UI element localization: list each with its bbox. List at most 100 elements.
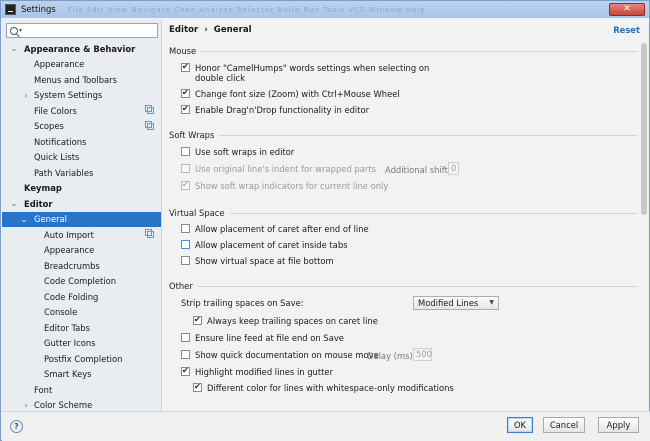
virtual-space-bottom-checkbox[interactable] — [181, 256, 190, 265]
caret-after-end-label: Allow placement of caret after end of li… — [195, 224, 369, 234]
sidebar-item-scopes[interactable]: Scopes — [2, 119, 161, 135]
keep-trailing-checkbox[interactable] — [193, 315, 202, 325]
sidebar-item-postfix-completion[interactable]: Postfix Completion — [2, 351, 161, 367]
settings-sidebar: ▾ ⌄ Appearance & Behavior Appearance Menus … — [2, 19, 162, 411]
caret-inside-tabs-checkbox[interactable] — [181, 240, 190, 249]
sidebar-item-label: Quick Lists — [34, 152, 80, 163]
chevron-down-icon[interactable]: ⌄ — [10, 44, 18, 53]
chevron-down-icon[interactable]: ▾ — [19, 27, 22, 34]
line-feed-label: Ensure line feed at file end on Save — [195, 333, 344, 343]
caret-after-end-checkbox[interactable] — [181, 224, 190, 233]
settings-window: Settings File Edit View Navigate Code An… — [0, 0, 650, 441]
original-indent-label: Use original line's indent for wrapped p… — [195, 164, 376, 174]
highlight-modified-checkbox[interactable] — [181, 366, 190, 376]
wrap-indicators-option: Show soft wrap indicators for current li… — [181, 180, 388, 191]
camel-humps-checkbox[interactable] — [181, 62, 190, 72]
wrap-indicators-checkbox — [181, 180, 190, 190]
virtual-space-bottom-option[interactable]: Show virtual space at file bottom — [181, 256, 334, 266]
cancel-button[interactable]: Cancel — [543, 417, 585, 433]
sidebar-item-label: Smart Keys — [44, 369, 92, 380]
apply-button[interactable]: Apply — [598, 417, 639, 433]
copy-icon — [145, 229, 154, 239]
breadcrumb-separator: › — [204, 25, 208, 35]
sidebar-item-smart-keys[interactable]: Smart Keys — [2, 367, 161, 383]
camel-humps-option[interactable]: Honor "CamelHumps" words settings when s… — [181, 62, 430, 83]
keep-trailing-option[interactable]: Always keep trailing spaces on caret lin… — [193, 315, 378, 326]
quick-doc-checkbox[interactable] — [181, 350, 190, 359]
drag-drop-checkbox[interactable] — [181, 104, 190, 114]
close-button[interactable]: ✕ — [609, 3, 645, 16]
chevron-down-icon[interactable]: ⌄ — [20, 215, 28, 224]
search-input[interactable]: ▾ — [6, 23, 158, 38]
sidebar-item-label: Scopes — [34, 121, 64, 132]
sidebar-item-label: Auto Import — [44, 229, 94, 240]
chevron-right-icon[interactable]: › — [22, 91, 30, 100]
sidebar-item-code-completion[interactable]: Code Completion — [2, 274, 161, 290]
sidebar-item-label: Appearance — [44, 245, 95, 256]
zoom-font-checkbox[interactable] — [181, 88, 190, 98]
strip-trailing-select[interactable]: Modified Lines ▼ — [413, 296, 499, 310]
different-color-option[interactable]: Different color for lines with whitespac… — [193, 382, 454, 393]
sidebar-item-code-folding[interactable]: Code Folding — [2, 289, 161, 305]
zoom-font-option[interactable]: Change font size (Zoom) with Ctrl+Mouse … — [181, 88, 400, 99]
sidebar-item-label: Editor Tabs — [44, 322, 90, 333]
sidebar-item-font[interactable]: Font — [2, 382, 161, 398]
additional-shift-field: 0 — [448, 162, 459, 175]
camel-humps-label-2: double click — [195, 73, 245, 83]
title-bar[interactable]: Settings File Edit View Navigate Code An… — [1, 1, 649, 18]
camel-humps-label: Honor "CamelHumps" words settings when s… — [195, 63, 430, 73]
ok-button[interactable]: OK — [507, 417, 533, 433]
sidebar-item-label: Font — [34, 384, 53, 395]
sidebar-item-appearance[interactable]: Appearance — [2, 57, 161, 73]
sidebar-item-breadcrumbs[interactable]: Breadcrumbs — [2, 258, 161, 274]
delay-field: 500 — [413, 348, 432, 361]
reset-link[interactable]: Reset — [613, 25, 640, 35]
virtual-space-bottom-label: Show virtual space at file bottom — [195, 256, 334, 266]
drag-drop-label: Enable Drag'n'Drop functionality in edit… — [195, 105, 370, 115]
sidebar-item-path-variables[interactable]: Path Variables — [2, 165, 161, 181]
drag-drop-option[interactable]: Enable Drag'n'Drop functionality in edit… — [181, 104, 370, 115]
strip-trailing-label: Strip trailing spaces on Save: — [181, 298, 304, 308]
soft-wraps-checkbox[interactable] — [181, 147, 190, 156]
sidebar-item-label: Appearance & Behavior — [24, 43, 136, 54]
highlight-modified-option[interactable]: Highlight modified lines in gutter — [181, 366, 333, 377]
section-mouse: Mouse — [169, 45, 637, 57]
sidebar-item-menus-and-toolbars[interactable]: Menus and Toolbars — [2, 72, 161, 88]
quick-doc-option[interactable]: Show quick documentation on mouse move — [181, 350, 379, 360]
sidebar-item-label: Code Completion — [44, 276, 117, 287]
sidebar-item-general[interactable]: ⌄ General — [2, 211, 161, 227]
caret-after-end-option[interactable]: Allow placement of caret after end of li… — [181, 224, 369, 234]
sidebar-item-appearance[interactable]: Appearance — [2, 243, 161, 259]
background-menu-text: File Edit View Navigate Code Analyze Ref… — [67, 5, 426, 14]
section-soft-wraps: Soft Wraps — [169, 129, 637, 141]
help-icon[interactable]: ? — [10, 420, 23, 433]
chevron-down-icon[interactable]: ⌄ — [10, 199, 18, 208]
different-color-checkbox[interactable] — [193, 382, 202, 392]
line-feed-option[interactable]: Ensure line feed at file end on Save — [181, 333, 344, 343]
scrollbar-thumb[interactable] — [641, 43, 647, 215]
sidebar-item-appearance-behavior[interactable]: ⌄ Appearance & Behavior — [2, 41, 161, 57]
search-icon — [10, 26, 18, 35]
strip-trailing-value: Modified Lines — [418, 298, 479, 308]
sidebar-item-label: General — [34, 214, 68, 225]
caret-inside-tabs-option[interactable]: Allow placement of caret inside tabs — [181, 240, 348, 250]
sidebar-item-keymap[interactable]: Keymap — [2, 181, 161, 197]
soft-wraps-label: Use soft wraps in editor — [195, 147, 295, 157]
additional-shift-label: Additional shift: — [385, 165, 451, 175]
sidebar-item-notifications[interactable]: Notifications — [2, 134, 161, 150]
sidebar-item-console[interactable]: Console — [2, 305, 161, 321]
sidebar-item-system-settings[interactable]: › System Settings — [2, 88, 161, 104]
line-feed-checkbox[interactable] — [181, 333, 190, 342]
breadcrumb: Editor › General — [169, 25, 252, 35]
breadcrumb-editor: Editor — [169, 25, 199, 35]
sidebar-item-file-colors[interactable]: File Colors — [2, 103, 161, 119]
sidebar-item-color-scheme[interactable]: › Color Scheme — [2, 398, 161, 412]
sidebar-item-gutter-icons[interactable]: Gutter Icons — [2, 336, 161, 352]
chevron-right-icon[interactable]: › — [22, 401, 30, 410]
sidebar-item-editor[interactable]: ⌄ Editor — [2, 196, 161, 212]
soft-wraps-option[interactable]: Use soft wraps in editor — [181, 147, 294, 157]
original-indent-checkbox — [181, 164, 190, 173]
sidebar-item-editor-tabs[interactable]: Editor Tabs — [2, 320, 161, 336]
sidebar-item-quick-lists[interactable]: Quick Lists — [2, 150, 161, 166]
sidebar-item-auto-import[interactable]: Auto Import — [2, 227, 161, 243]
